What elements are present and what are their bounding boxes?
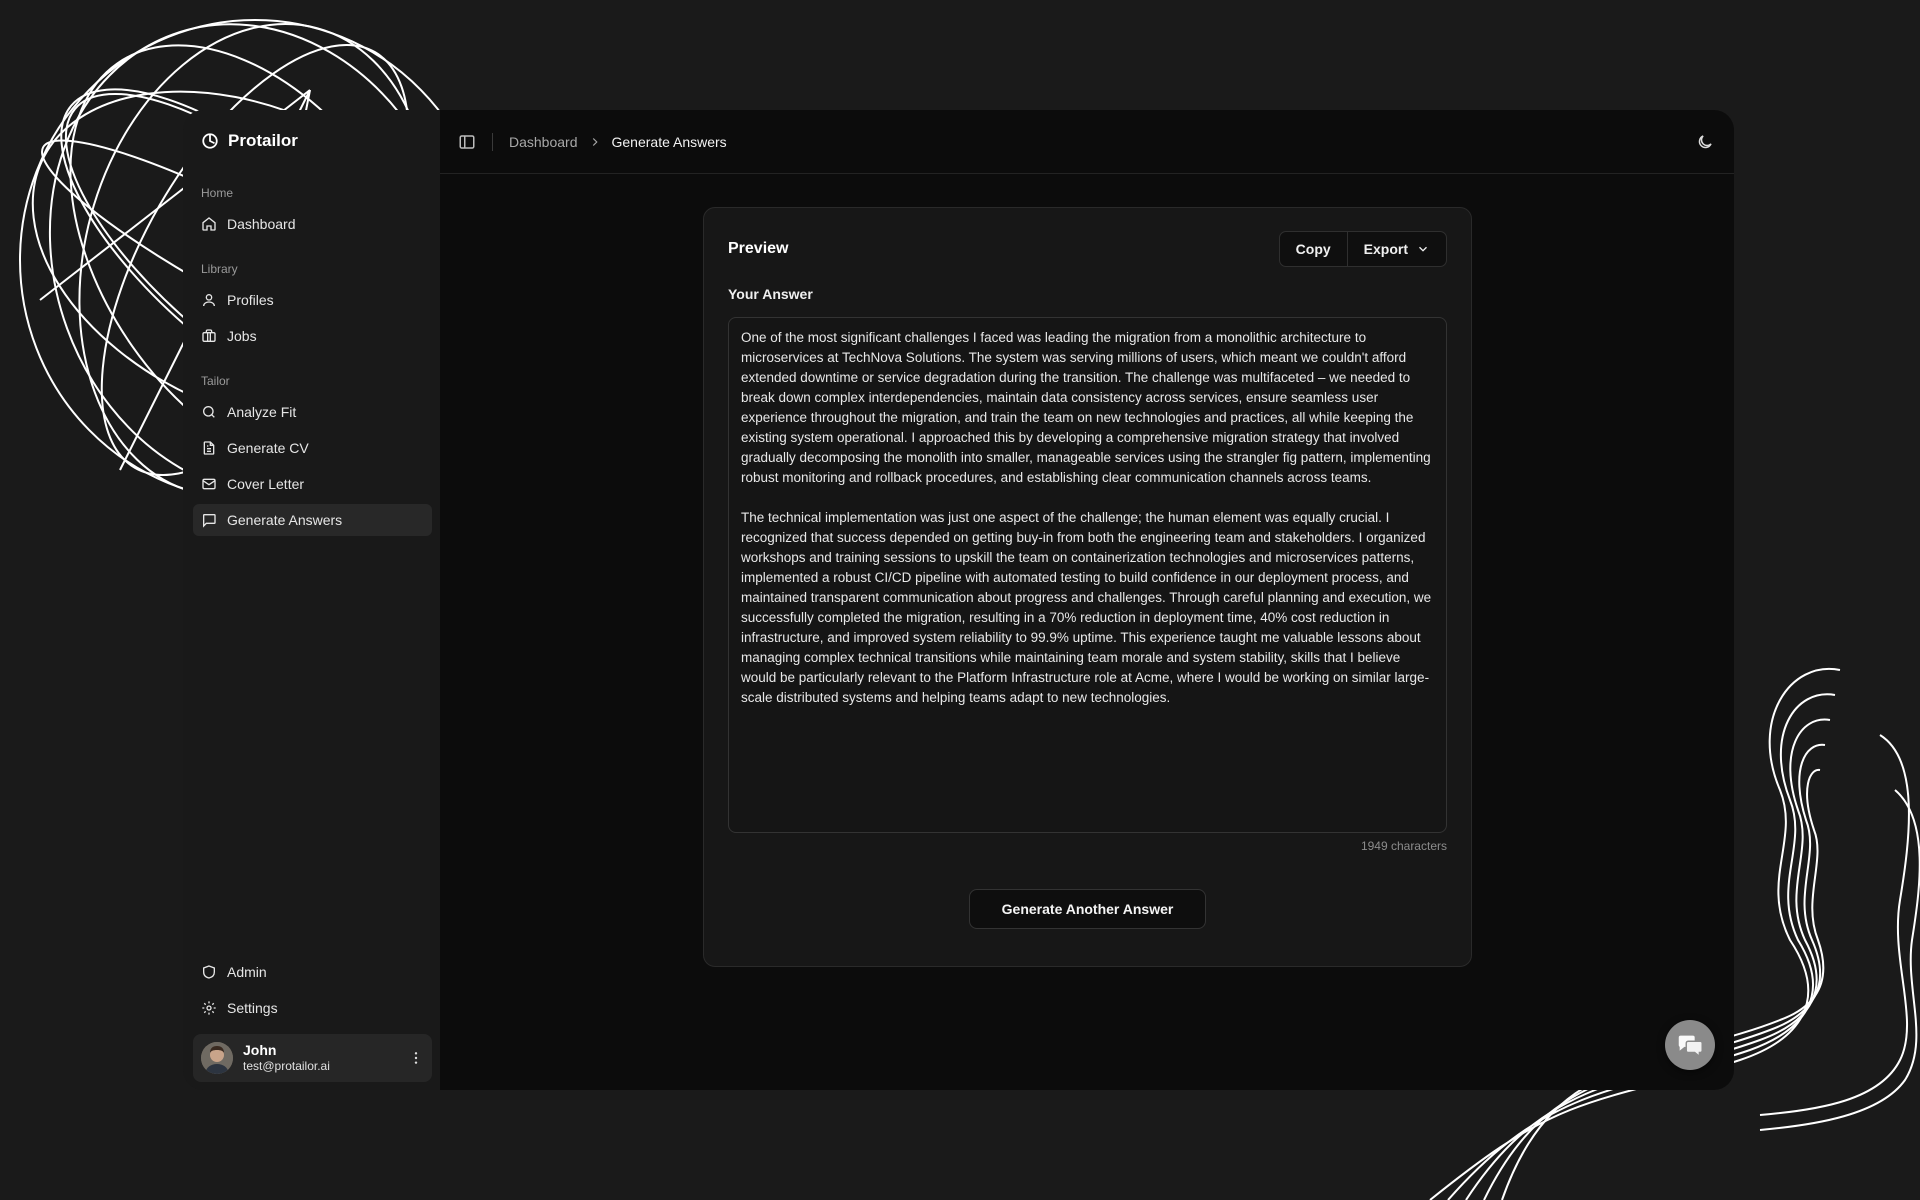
sidebar-item-label: Dashboard: [227, 216, 296, 232]
gear-icon: [202, 1001, 216, 1015]
preview-card: Preview Copy Export Your Answer One of t…: [703, 207, 1472, 967]
answer-paragraph-2: The technical implementation was just on…: [741, 510, 1432, 705]
sidebar-bottom: Admin Settings John test@protailor.ai: [193, 952, 432, 1082]
breadcrumb-dashboard[interactable]: Dashboard: [509, 134, 578, 150]
sidebar-toggle-icon[interactable]: [458, 133, 476, 151]
chevron-down-icon: [1419, 246, 1427, 252]
sidebar-item-admin[interactable]: Admin: [193, 956, 432, 988]
group-label-home: Home: [201, 186, 234, 200]
search-icon: [203, 406, 215, 418]
main-content: Dashboard Generate Answers Preview Copy …: [440, 110, 1734, 1090]
sidebar-item-label: Generate Answers: [227, 512, 343, 528]
action-button-group: Copy Export: [1278, 231, 1447, 267]
home-icon: [202, 217, 216, 231]
answer-textarea[interactable]: One of the most significant challenges I…: [728, 317, 1447, 833]
app-window: Protailor Home Dashboard Library Profile…: [183, 110, 1734, 1090]
user-card[interactable]: John test@protailor.ai: [193, 1034, 432, 1082]
sidebar: Protailor Home Dashboard Library Profile…: [183, 110, 440, 1090]
sidebar-item-label: Generate CV: [227, 440, 309, 456]
sidebar-item-label: Analyze Fit: [227, 404, 297, 420]
divider: [492, 132, 493, 151]
sidebar-item-label: Admin: [227, 964, 267, 980]
export-button[interactable]: Export: [1346, 232, 1446, 266]
sidebar-item-cover-letter[interactable]: Cover Letter: [193, 468, 432, 500]
sidebar-item-label: Profiles: [227, 292, 274, 308]
sidebar-item-dashboard[interactable]: Dashboard: [193, 208, 432, 240]
chevron-right-icon: [592, 137, 598, 146]
moon-icon[interactable]: [1696, 133, 1714, 151]
export-button-label: Export: [1363, 241, 1408, 257]
brand-name: Protailor: [228, 131, 298, 150]
more-vertical-icon[interactable]: [408, 1050, 424, 1066]
breadcrumb-current: Generate Answers: [611, 133, 727, 150]
copy-button-label: Copy: [1295, 241, 1331, 257]
avatar: [201, 1042, 233, 1074]
nav-group-library: Library Profiles Jobs: [193, 258, 432, 352]
user-icon: [203, 294, 215, 307]
sidebar-item-label: Settings: [227, 1000, 278, 1016]
sidebar-item-settings[interactable]: Settings: [193, 992, 432, 1024]
preview-title: Preview: [728, 240, 789, 257]
answer-label: Your Answer: [728, 286, 813, 302]
character-count: 1949 characters: [1360, 839, 1447, 853]
topbar: Dashboard Generate Answers: [440, 110, 1734, 174]
generate-another-answer-button[interactable]: Generate Another Answer: [968, 889, 1207, 929]
mail-icon: [202, 478, 216, 490]
sidebar-item-analyze-fit[interactable]: Analyze Fit: [193, 396, 432, 428]
generate-wrap: Generate Another Answer: [728, 889, 1447, 929]
user-email: test@protailor.ai: [243, 1059, 330, 1074]
breadcrumb: Dashboard Generate Answers: [509, 134, 727, 150]
group-label-library: Library: [201, 262, 238, 276]
sidebar-item-label: Jobs: [227, 328, 257, 344]
shield-icon: [203, 965, 215, 979]
brand[interactable]: Protailor: [193, 130, 432, 152]
sidebar-item-profiles[interactable]: Profiles: [193, 284, 432, 316]
sidebar-item-generate-cv[interactable]: Generate CV: [193, 432, 432, 464]
user-name: John: [243, 1041, 277, 1058]
sidebar-item-jobs[interactable]: Jobs: [193, 320, 432, 352]
message-icon: [203, 514, 216, 528]
sidebar-item-label: Cover Letter: [227, 476, 305, 492]
group-label-tailor: Tailor: [201, 374, 230, 388]
answer-paragraph-1: One of the most significant challenges I…: [741, 330, 1431, 485]
sidebar-item-generate-answers[interactable]: Generate Answers: [193, 504, 432, 536]
nav-group-tailor: Tailor Analyze Fit Generate CV Cover Let…: [193, 370, 432, 536]
user-info: John test@protailor.ai: [243, 1042, 398, 1075]
preview-header: Preview Copy Export: [728, 231, 1447, 267]
briefcase-icon: [202, 329, 216, 342]
copy-button[interactable]: Copy: [1280, 232, 1347, 266]
generate-button-label: Generate Another Answer: [1001, 901, 1174, 917]
nav-group-home: Home Dashboard: [193, 182, 432, 240]
logo-icon: [202, 133, 218, 149]
avatar-image: [201, 1042, 233, 1074]
chat-support-button[interactable]: [1665, 1020, 1715, 1070]
chat-bubbles-icon: [1678, 1035, 1703, 1058]
file-icon: [203, 441, 215, 455]
